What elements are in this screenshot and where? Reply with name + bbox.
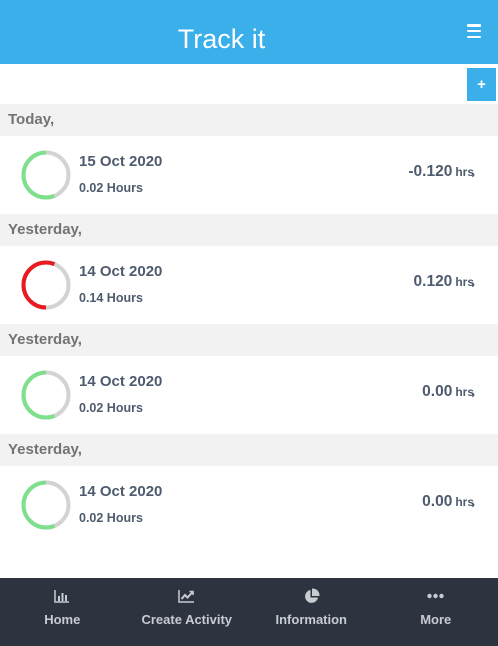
entry-value-number: -0.120: [408, 163, 453, 180]
list-item[interactable]: 14 Oct 2020 0.02 Hours 0.00 hrs ›: [0, 356, 498, 434]
chevron-right-icon: ›: [471, 389, 475, 401]
bottom-tab-bar: Home Create Activity Information More: [0, 578, 498, 646]
entry-value: 0.00 hrs: [422, 493, 474, 511]
list-item[interactable]: 14 Oct 2020 0.14 Hours 0.120 hrs ›: [0, 246, 498, 324]
progress-ring-icon: [21, 480, 71, 530]
entry-hours: 0.14 Hours: [79, 291, 143, 305]
tab-create-activity[interactable]: Create Activity: [125, 578, 250, 646]
tab-label: Home: [44, 612, 81, 627]
hamburger-icon[interactable]: [467, 24, 481, 38]
entry-hours: 0.02 Hours: [79, 401, 143, 415]
entry-hours: 0.02 Hours: [79, 181, 143, 195]
progress-ring-icon: [21, 150, 71, 200]
entry-hours: 0.02 Hours: [79, 511, 143, 525]
entry-date: 14 Oct 2020: [79, 373, 163, 390]
list-section: Yesterday, 14 Oct 2020 0.02 Hours 0.00 hr…: [0, 324, 498, 434]
entry-date: 14 Oct 2020: [79, 483, 163, 500]
list-item[interactable]: 15 Oct 2020 0.02 Hours -0.120 hrs ›: [0, 136, 498, 214]
entry-value-number: 0.00: [422, 383, 453, 400]
day-header: Yesterday,: [0, 214, 498, 246]
page-title: Track it: [177, 24, 266, 54]
entry-value-number: 0.00: [422, 493, 453, 510]
list-section: Today, 15 Oct 2020 0.02 Hours -0.120 hrs …: [0, 104, 498, 214]
entry-value-number: 0.120: [413, 273, 453, 290]
chevron-right-icon: ›: [471, 499, 475, 511]
tab-home[interactable]: Home: [0, 578, 125, 646]
pie-chart-icon: [302, 587, 320, 605]
day-header: Yesterday,: [0, 434, 498, 466]
tab-label: Information: [275, 612, 348, 627]
tab-information[interactable]: Information: [249, 578, 374, 646]
line-chart-icon: [178, 587, 196, 605]
entry-value: -0.120 hrs: [408, 163, 474, 181]
entry-date: 14 Oct 2020: [79, 263, 163, 280]
list-item[interactable]: 14 Oct 2020 0.02 Hours 0.00 hrs ›: [0, 466, 498, 544]
bar-chart-icon: [53, 587, 71, 605]
entry-date: 15 Oct 2020: [79, 153, 163, 170]
tab-label: More: [420, 612, 452, 627]
entry-value: 0.00 hrs: [422, 383, 474, 401]
progress-ring-icon: [21, 370, 71, 420]
chevron-right-icon: ›: [471, 279, 475, 291]
app-header: Track it: [0, 0, 498, 64]
tab-label: Create Activity: [141, 612, 233, 627]
more-dots-icon: [427, 587, 445, 605]
day-header: Today,: [0, 104, 498, 136]
entry-value: 0.120 hrs: [414, 273, 474, 291]
tab-more[interactable]: More: [374, 578, 498, 646]
list-section: Yesterday, 14 Oct 2020 0.14 Hours 0.120 h…: [0, 214, 498, 324]
add-entry-button[interactable]: +: [467, 68, 496, 101]
chevron-right-icon: ›: [471, 169, 475, 181]
day-header: Yesterday,: [0, 324, 498, 356]
activity-list: Today, 15 Oct 2020 0.02 Hours -0.120 hrs …: [0, 104, 498, 544]
list-section: Yesterday, 14 Oct 2020 0.02 Hours 0.00 hr…: [0, 434, 498, 544]
progress-ring-icon: [21, 260, 71, 310]
